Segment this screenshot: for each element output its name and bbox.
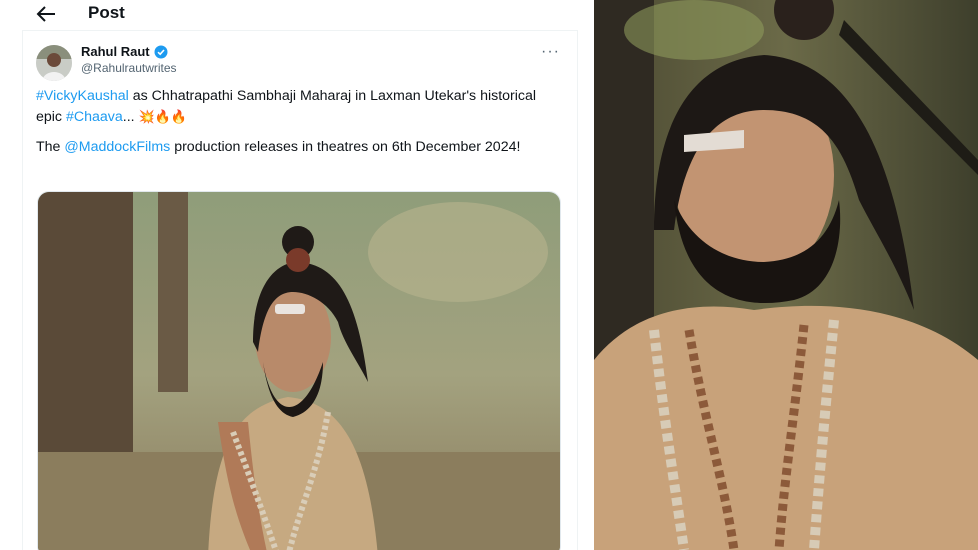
tweet-text-segment: The — [36, 139, 65, 155]
hashtag-vickykaushal[interactable]: #VickyKaushal — [36, 88, 129, 104]
emoji-sequence: 💥🔥🔥 — [138, 108, 188, 124]
divider — [578, 0, 594, 550]
tweet-card[interactable]: Rahul Raut @Rahulrautwrites ··· #VickyKa… — [22, 30, 578, 550]
avatar[interactable] — [36, 45, 72, 81]
author-handle[interactable]: @Rahulrautwrites — [81, 61, 177, 75]
tweet-media-image[interactable] — [37, 191, 561, 550]
tweet-panel: Post Rahul Raut @Rahulrautwrites ··· #Vi… — [0, 0, 578, 550]
author-name-text[interactable]: Rahul Raut — [81, 44, 150, 59]
page-title: Post — [88, 3, 125, 22]
mention-maddockfilms[interactable]: @MaddockFilms — [64, 139, 170, 155]
tweet-text-segment: production releases in theatres on 6th D… — [170, 139, 521, 155]
tweet-text: #VickyKaushal as Chhatrapathi Sambhaji M… — [36, 86, 556, 168]
closeup-image — [594, 0, 978, 550]
tweet-text-segment: ... — [122, 108, 139, 125]
tweet-paragraph-1: #VickyKaushal as Chhatrapathi Sambhaji M… — [36, 86, 556, 127]
arrow-left-icon[interactable] — [35, 4, 57, 24]
more-options-icon[interactable]: ··· — [541, 43, 560, 61]
author-name[interactable]: Rahul Raut — [81, 44, 168, 59]
verified-badge-icon — [154, 45, 168, 58]
post-header: Post — [0, 0, 578, 30]
hashtag-chaava[interactable]: #Chaava — [66, 109, 123, 125]
tweet-paragraph-2: The @MaddockFilms production releases in… — [36, 137, 556, 158]
